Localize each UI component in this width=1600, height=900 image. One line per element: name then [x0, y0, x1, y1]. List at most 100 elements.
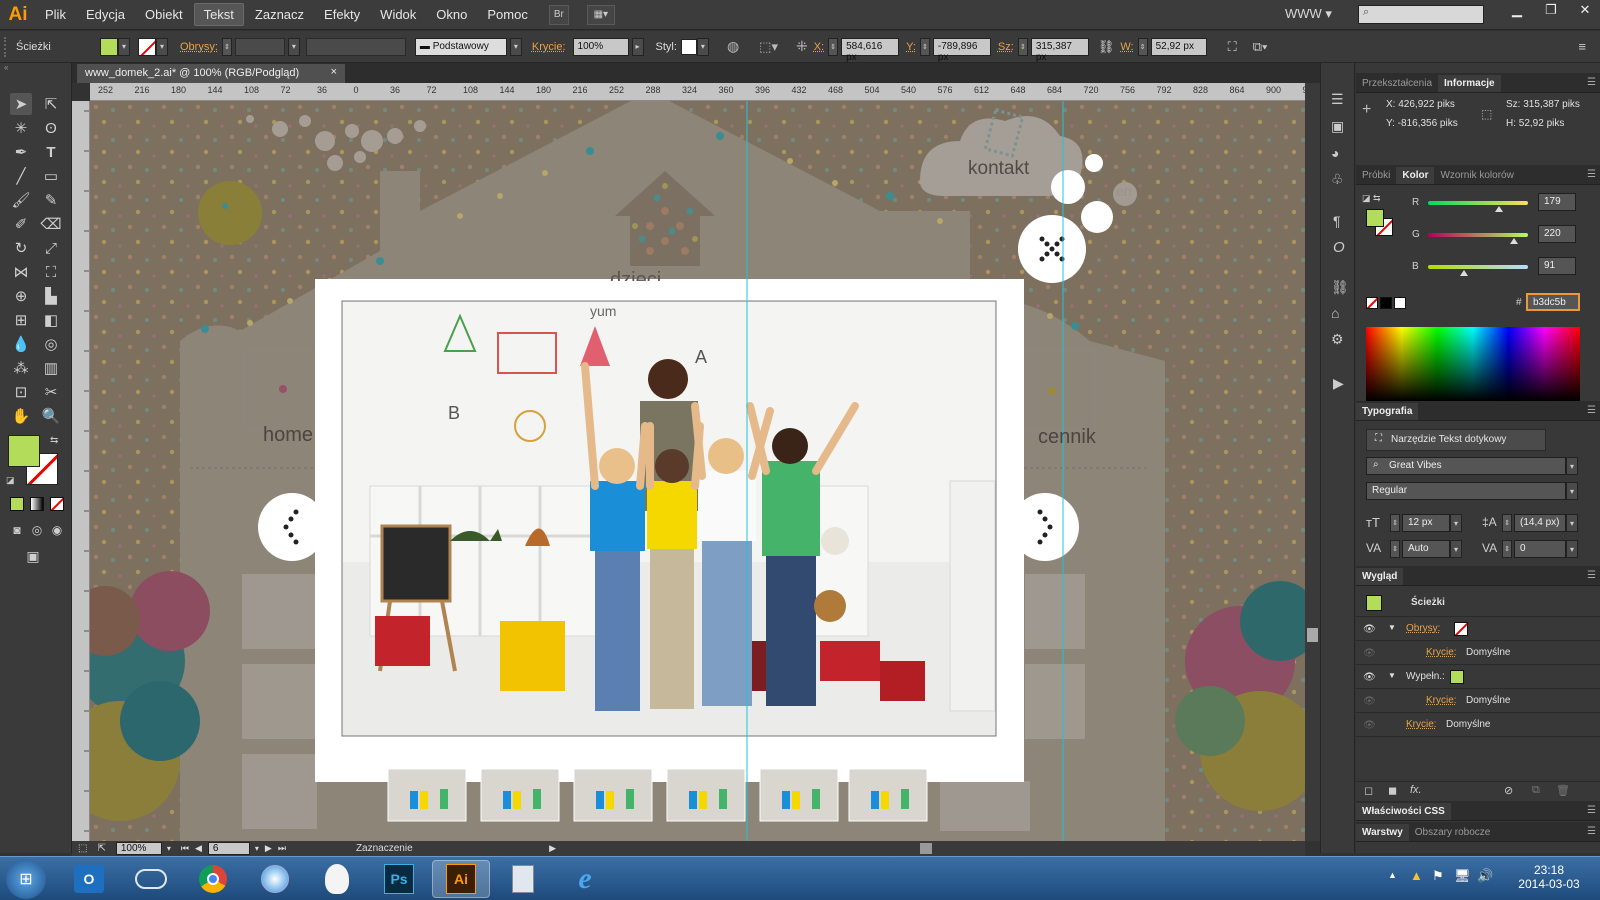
g-field[interactable]: 220	[1538, 225, 1576, 243]
taskbar-internet-explorer[interactable]: e	[556, 860, 614, 898]
draw-behind-icon[interactable]: ◎	[26, 519, 48, 541]
arrange-documents-button[interactable]: ▦▾	[586, 4, 615, 25]
color-guide-icon[interactable]: ◕	[1331, 145, 1339, 161]
tab-color-guide[interactable]: Wzornik kolorów	[1434, 167, 1519, 184]
width-spinner[interactable]: ⇕	[1017, 37, 1028, 56]
volume-icon[interactable]: 🔊	[1477, 868, 1493, 884]
paragraph-icon[interactable]: ¶	[1333, 213, 1341, 229]
scale-tool-icon[interactable]: ⤢	[40, 237, 62, 259]
hand-tool-icon[interactable]: ✋	[10, 405, 32, 427]
constrain-link-icon[interactable]: ⛓	[1098, 39, 1115, 55]
taskbar-photoshop[interactable]: Ps	[370, 860, 428, 898]
mesh-tool-icon[interactable]: ⊞	[10, 309, 32, 331]
opacity-label[interactable]: Krycie:	[532, 41, 566, 53]
slice-tool-icon[interactable]: ✂	[40, 381, 62, 403]
color-mode-icon[interactable]	[10, 497, 24, 511]
leading-field[interactable]: (14,4 px)	[1514, 514, 1566, 532]
swap-colors-icon[interactable]: ⇆	[50, 435, 58, 446]
vertical-ruler[interactable]	[72, 101, 90, 841]
first-artboard-icon[interactable]: ⏮	[181, 843, 189, 854]
appearance-title[interactable]: Wygląd	[1356, 568, 1404, 585]
brush-definition-field[interactable]: ▬ Podstawowy	[414, 37, 507, 56]
taskbar-illustrator[interactable]: Ai	[432, 860, 490, 898]
zoom-field[interactable]: 100%	[115, 842, 162, 855]
color-spectrum[interactable]	[1366, 327, 1580, 401]
close-tab-icon[interactable]: ×	[331, 66, 337, 78]
vertical-scroll-thumb[interactable]	[1307, 628, 1318, 642]
typography-title[interactable]: Typografia	[1356, 403, 1419, 420]
tab-layers[interactable]: Warstwy	[1356, 824, 1409, 841]
blend-tool-icon[interactable]: ◎	[40, 333, 62, 355]
artboard-canvas[interactable]: yum B A home cennik kontakt en dzieci...	[90, 101, 1305, 841]
pen-tool-icon[interactable]: ✒	[10, 141, 32, 163]
tab-css-properties[interactable]: Właściwości CSS	[1356, 803, 1451, 820]
restore-button[interactable]: ❐	[1534, 0, 1568, 20]
prev-artboard-icon[interactable]: ◀	[195, 843, 202, 854]
font-size-spinner[interactable]: ⇕	[1390, 514, 1400, 532]
leading-dropdown[interactable]: ▾	[1566, 514, 1578, 532]
font-style-field[interactable]: Regular	[1366, 482, 1566, 500]
add-stroke-icon[interactable]: ◻	[1364, 784, 1373, 797]
stroke-weight-field[interactable]	[234, 37, 285, 56]
next-artboard-icon[interactable]: ▶	[265, 843, 272, 854]
default-fill-stroke-icon[interactable]: ◪ ⇆	[1362, 193, 1381, 204]
fill-color-box[interactable]	[8, 435, 40, 467]
stroke-weight-spinner[interactable]: ⇕	[221, 37, 232, 56]
x-label[interactable]: X:	[814, 41, 824, 53]
collapse-icon[interactable]: «	[0, 63, 71, 73]
minimize-button[interactable]: ▁	[1500, 0, 1534, 20]
r-field[interactable]: 179	[1538, 193, 1576, 211]
workspace-switcher[interactable]: WWW ▾	[1285, 6, 1332, 22]
menu-select[interactable]: Zaznacz	[246, 4, 313, 25]
help-search-input[interactable]: ⌕	[1358, 5, 1484, 24]
mask-icon[interactable]: ⬚	[78, 843, 87, 854]
action-center-flag-icon[interactable]: ⚑	[1432, 868, 1444, 884]
height-spinner[interactable]: ⇕	[1137, 37, 1148, 56]
eyedropper-tool-icon[interactable]: 💧	[10, 333, 32, 355]
menu-file[interactable]: Plik	[36, 4, 75, 25]
black-color-chip[interactable]	[1380, 297, 1392, 309]
tab-artboards[interactable]: Obszary robocze	[1409, 824, 1497, 841]
r-slider-knob[interactable]	[1495, 206, 1503, 212]
menu-effect[interactable]: Efekty	[315, 4, 369, 25]
appearance-fill-row[interactable]: 👁 ▼ Wypełn.:	[1356, 665, 1600, 689]
gradient-mode-icon[interactable]	[30, 497, 44, 511]
taskbar-chrome[interactable]	[184, 860, 242, 898]
g-slider[interactable]	[1428, 233, 1528, 237]
network-icon[interactable]: 🖥	[1454, 868, 1471, 884]
zoom-dropdown-icon[interactable]: ▾	[167, 844, 171, 853]
symbols-icon[interactable]: ♧	[1331, 171, 1344, 188]
vertical-scrollbar[interactable]	[1305, 83, 1320, 841]
artboard-dropdown-icon[interactable]: ▾	[255, 844, 259, 853]
tracking-field[interactable]: 0	[1514, 540, 1566, 558]
clear-appearance-icon[interactable]: ⊘	[1504, 784, 1513, 797]
stroke-label[interactable]: Obrysy:	[180, 41, 218, 53]
b-slider-knob[interactable]	[1460, 270, 1468, 276]
object-opacity-label[interactable]: Krycie:	[1406, 719, 1437, 730]
x-spinner[interactable]: ⇕	[828, 37, 839, 56]
object-opacity-eye-icon[interactable]: 👁	[1363, 720, 1376, 731]
gradient-tool-icon[interactable]: ◧	[40, 309, 62, 331]
panel-menu-icon[interactable]: ≡	[1578, 39, 1586, 54]
settings-gear-icon[interactable]: ⚙	[1331, 331, 1344, 348]
y-spinner[interactable]: ⇕	[919, 37, 930, 56]
free-transform-tool-icon[interactable]: ⛶	[40, 261, 62, 283]
width-field[interactable]: 315,387 px	[1030, 37, 1089, 63]
menu-object[interactable]: Obiekt	[136, 4, 192, 25]
artboard-field[interactable]: 6	[207, 842, 250, 855]
recolor-icon[interactable]: ◍	[727, 38, 739, 55]
close-window-button[interactable]: ✕	[1568, 0, 1600, 20]
y-label[interactable]: Y:	[906, 41, 916, 53]
bridge-button[interactable]: Br	[548, 4, 569, 25]
width-tool-icon[interactable]: ⋈	[10, 261, 32, 283]
r-slider[interactable]	[1428, 201, 1528, 205]
next-arrow-button[interactable]	[1020, 504, 1060, 550]
selection-tool-icon[interactable]: ➤	[10, 93, 32, 115]
typography-panel-menu-icon[interactable]: ☰	[1587, 405, 1596, 416]
appearance-fill-swatch[interactable]	[1450, 670, 1464, 684]
artboards-panel-icon[interactable]: ▣	[1331, 118, 1344, 135]
stroke-swatch[interactable]	[138, 37, 156, 56]
fx-button[interactable]: fx.	[1410, 784, 1422, 796]
image-trace-icon[interactable]: ⌂	[1331, 305, 1339, 321]
menu-edit[interactable]: Edycja	[77, 4, 134, 25]
